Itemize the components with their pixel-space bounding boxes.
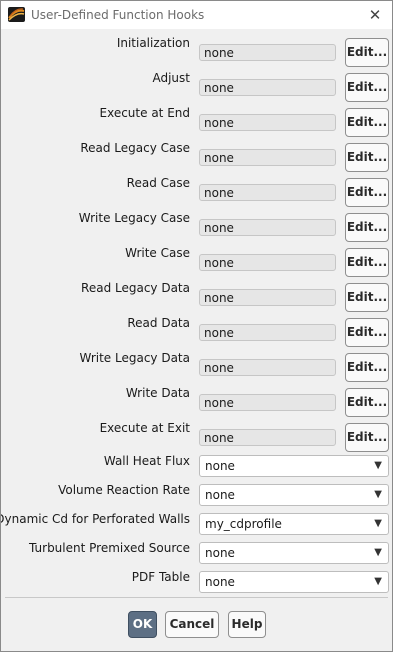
dropdown-value: none: [205, 546, 235, 560]
wall-heat-flux-select[interactable]: none ▼: [199, 455, 389, 477]
hook-row-read-case: Read Case none Edit...: [1, 176, 392, 207]
hook-row-read-data: Read Data none Edit...: [1, 316, 392, 347]
dropdown-value: none: [205, 488, 235, 502]
hook-row-execute-at-end: Execute at End none Edit...: [1, 106, 392, 137]
dropdown-row-dynamic-cd: Dynamic Cd for Perforated Walls my_cdpro…: [1, 512, 392, 536]
hook-value-field: none: [199, 254, 336, 271]
hook-value-field: none: [199, 219, 336, 236]
hook-row-read-legacy-data: Read Legacy Data none Edit...: [1, 281, 392, 312]
hook-label: Write Legacy Data: [79, 351, 191, 365]
dropdown-row-turbulent-premixed-source: Turbulent Premixed Source none ▼: [1, 541, 392, 565]
dropdown-label: PDF Table: [131, 570, 190, 584]
hook-row-write-data: Write Data none Edit...: [1, 386, 392, 417]
edit-button[interactable]: Edit...: [345, 248, 389, 277]
hook-label: Initialization: [116, 36, 190, 50]
pdf-table-select[interactable]: none ▼: [199, 571, 389, 593]
hook-label: Read Case: [126, 176, 190, 190]
dynamic-cd-select[interactable]: my_cdprofile ▼: [199, 513, 389, 535]
hook-row-write-legacy-data: Write Legacy Data none Edit...: [1, 351, 392, 382]
ok-button[interactable]: OK: [128, 611, 157, 638]
hook-value-field: none: [199, 394, 336, 411]
turbulent-premixed-source-select[interactable]: none ▼: [199, 542, 389, 564]
hook-label: Read Legacy Data: [81, 281, 190, 295]
hook-value-field: none: [199, 184, 336, 201]
dropdown-label: Turbulent Premixed Source: [29, 541, 190, 555]
dropdown-value: none: [205, 575, 235, 589]
hook-label: Adjust: [152, 71, 190, 85]
hook-value-field: none: [199, 359, 336, 376]
hook-value-field: none: [199, 289, 336, 306]
hook-value-field: none: [199, 44, 336, 61]
edit-button[interactable]: Edit...: [345, 73, 389, 102]
help-button[interactable]: Help: [228, 611, 266, 638]
chevron-down-icon: ▼: [374, 460, 382, 471]
chevron-down-icon: ▼: [374, 518, 382, 529]
hook-value-field: none: [199, 79, 336, 96]
hook-label: Read Legacy Case: [80, 141, 190, 155]
hook-label: Write Data: [125, 386, 190, 400]
dropdown-label: Volume Reaction Rate: [58, 483, 190, 497]
dropdown-row-volume-reaction-rate: Volume Reaction Rate none ▼: [1, 483, 392, 507]
hook-value-field: none: [199, 324, 336, 341]
dropdown-label: Wall Heat Flux: [103, 454, 190, 468]
hook-value-field: none: [199, 149, 336, 166]
edit-button[interactable]: Edit...: [345, 283, 389, 312]
title-bar: User-Defined Function Hooks ✕: [1, 1, 392, 29]
hook-label: Read Data: [127, 316, 190, 330]
edit-button[interactable]: Edit...: [345, 108, 389, 137]
chevron-down-icon: ▼: [374, 576, 382, 587]
edit-button[interactable]: Edit...: [345, 178, 389, 207]
close-icon[interactable]: ✕: [366, 6, 384, 24]
hook-label: Execute at Exit: [99, 421, 190, 435]
edit-button[interactable]: Edit...: [345, 318, 389, 347]
app-icon: [8, 7, 25, 22]
dropdown-value: none: [205, 459, 235, 473]
volume-reaction-rate-select[interactable]: none ▼: [199, 484, 389, 506]
udf-hooks-dialog: User-Defined Function Hooks ✕ Initializa…: [0, 0, 393, 652]
hook-row-initialization: Initialization none Edit...: [1, 36, 392, 67]
dropdown-row-pdf-table: PDF Table none ▼: [1, 570, 392, 594]
divider: [5, 597, 388, 598]
hook-label: Execute at End: [99, 106, 190, 120]
cancel-button[interactable]: Cancel: [165, 611, 219, 638]
hook-row-write-legacy-case: Write Legacy Case none Edit...: [1, 211, 392, 242]
hook-value-field: none: [199, 429, 336, 446]
hook-label: Write Legacy Case: [78, 211, 190, 225]
edit-button[interactable]: Edit...: [345, 388, 389, 417]
hook-row-adjust: Adjust none Edit...: [1, 71, 392, 102]
dropdown-label: Dynamic Cd for Perforated Walls: [0, 512, 190, 526]
hook-row-execute-at-exit: Execute at Exit none Edit...: [1, 421, 392, 452]
chevron-down-icon: ▼: [374, 547, 382, 558]
hook-row-write-case: Write Case none Edit...: [1, 246, 392, 277]
dropdown-row-wall-heat-flux: Wall Heat Flux none ▼: [1, 454, 392, 478]
edit-button[interactable]: Edit...: [345, 143, 389, 172]
edit-button[interactable]: Edit...: [345, 38, 389, 67]
hook-row-read-legacy-case: Read Legacy Case none Edit...: [1, 141, 392, 172]
chevron-down-icon: ▼: [374, 489, 382, 500]
dropdown-value: my_cdprofile: [205, 517, 282, 531]
window-title: User-Defined Function Hooks: [31, 8, 205, 22]
edit-button[interactable]: Edit...: [345, 353, 389, 382]
edit-button[interactable]: Edit...: [345, 213, 389, 242]
hook-value-field: none: [199, 114, 336, 131]
hook-label: Write Case: [125, 246, 190, 260]
edit-button[interactable]: Edit...: [345, 423, 389, 452]
